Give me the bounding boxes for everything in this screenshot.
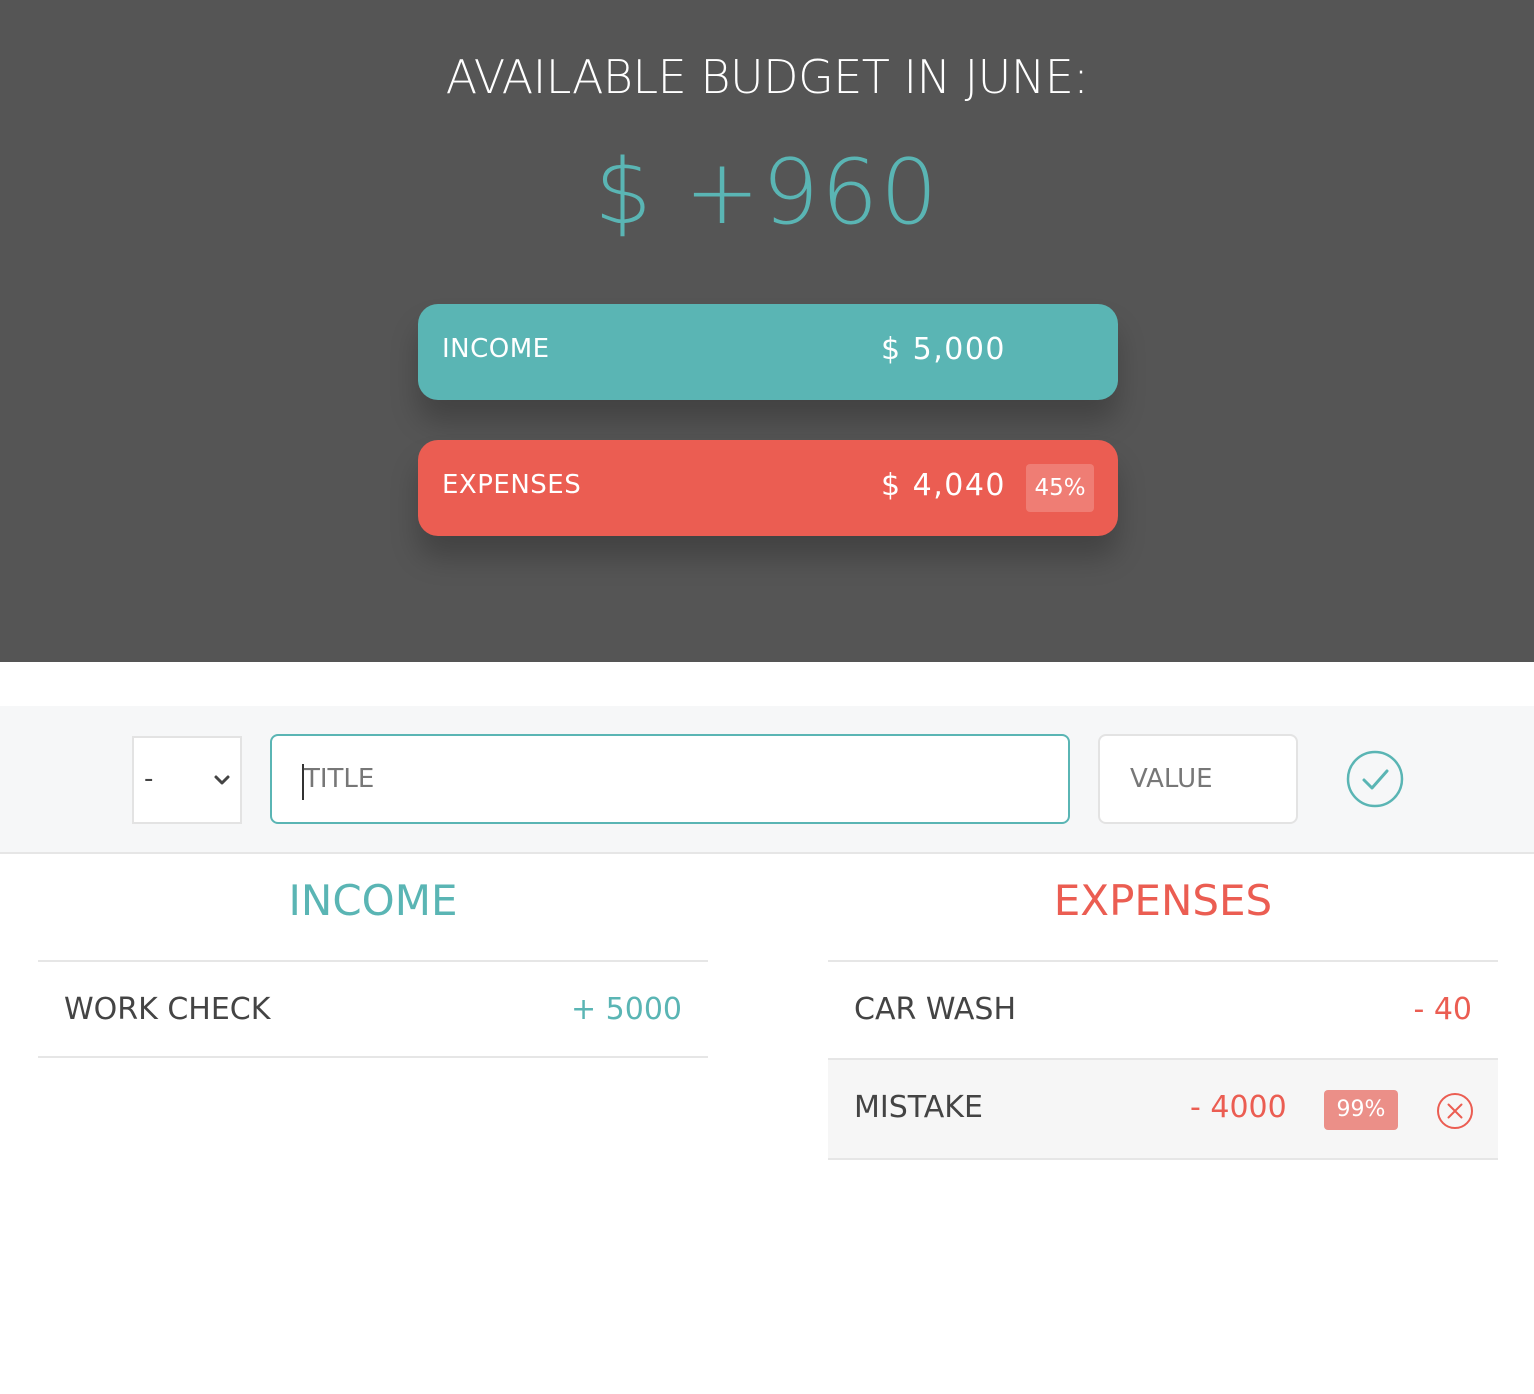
- add-item-bar: - TITLE VALUE: [0, 706, 1534, 854]
- title-input[interactable]: TITLE: [270, 734, 1070, 824]
- expense-list-item[interactable]: CAR WASH - 40: [828, 960, 1498, 1058]
- budget-title: AVAILABLE BUDGET IN JUNE:: [445, 50, 1089, 104]
- expense-list-item[interactable]: MISTAKE - 4000 99%: [828, 1058, 1498, 1160]
- budget-header: AVAILABLE BUDGET IN JUNE: $ +960 INCOME …: [0, 0, 1534, 662]
- expense-item-value: - 40: [1413, 992, 1472, 1027]
- income-summary: INCOME $ 5,000: [418, 304, 1118, 400]
- chevron-down-icon: [214, 775, 230, 785]
- expenses-summary: EXPENSES $ 4,040 45%: [418, 440, 1118, 536]
- expenses-list-heading: EXPENSES: [1053, 876, 1273, 925]
- expense-item-value: - 4000: [1190, 1090, 1287, 1125]
- income-item-value: + 5000: [570, 992, 682, 1027]
- income-list-heading: INCOME: [288, 876, 458, 925]
- expenses-summary-value: $ 4,040: [880, 468, 1006, 503]
- expense-item-title: CAR WASH: [854, 992, 1016, 1027]
- title-placeholder: TITLE: [304, 764, 375, 794]
- expense-item-title: MISTAKE: [854, 1090, 983, 1125]
- income-summary-value: $ 5,000: [880, 332, 1006, 367]
- income-list-item[interactable]: WORK CHECK + 5000: [38, 960, 708, 1058]
- close-circle-icon[interactable]: [1436, 1092, 1474, 1130]
- expense-item-percentage-badge: 99%: [1324, 1090, 1398, 1130]
- type-select[interactable]: -: [132, 736, 242, 824]
- value-input[interactable]: VALUE: [1098, 734, 1298, 824]
- check-circle-icon[interactable]: [1346, 750, 1404, 808]
- expenses-percentage-badge: 45%: [1026, 464, 1094, 512]
- income-summary-label: INCOME: [442, 334, 550, 364]
- expenses-summary-label: EXPENSES: [442, 470, 582, 500]
- type-select-value: -: [144, 764, 154, 794]
- value-placeholder: VALUE: [1130, 764, 1213, 794]
- income-item-title: WORK CHECK: [64, 992, 271, 1027]
- budget-total: $ +960: [594, 140, 940, 245]
